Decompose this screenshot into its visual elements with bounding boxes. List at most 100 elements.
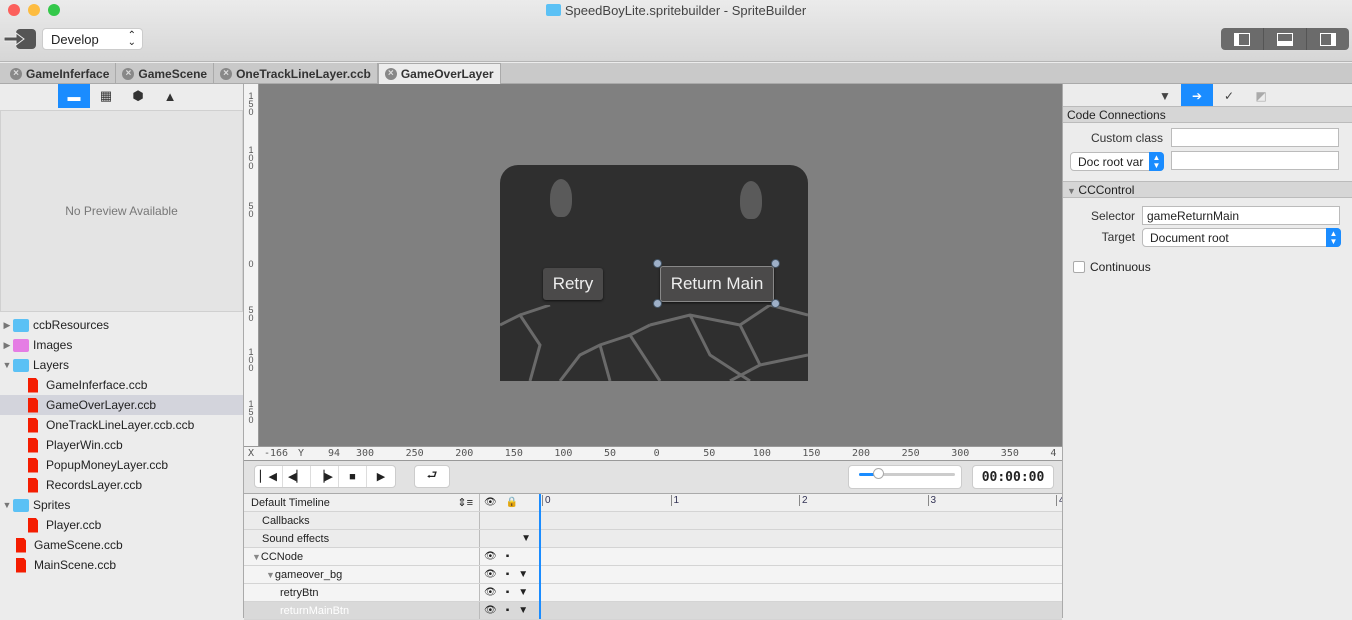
timeline-select[interactable]: Default Timeline ⇕≡ bbox=[244, 494, 480, 511]
disclosure-triangle-icon[interactable]: ▼ bbox=[252, 552, 261, 562]
resize-handle[interactable] bbox=[653, 299, 662, 308]
tree-item[interactable]: OneTrackLineLayer.ccb.ccb bbox=[0, 415, 243, 435]
resize-handle[interactable] bbox=[771, 259, 780, 268]
y-label: Y bbox=[298, 448, 305, 459]
lock-dot-icon[interactable]: ▪ bbox=[506, 569, 510, 580]
tree-item[interactable]: PopupMoneyLayer.ccb bbox=[0, 455, 243, 475]
doc-root-var-input[interactable] bbox=[1171, 151, 1339, 170]
eye-icon[interactable]: 👁 bbox=[484, 551, 497, 562]
tree-item-label: Layers bbox=[33, 358, 70, 372]
ccb-file-icon bbox=[28, 397, 38, 413]
eye-icon[interactable]: 👁 bbox=[484, 587, 497, 598]
disclosure-triangle-icon[interactable]: ▶ bbox=[1, 320, 13, 331]
timeline-row[interactable]: ▼ CCNode 👁 ▪ bbox=[244, 548, 1062, 566]
selector-input[interactable]: gameReturnMain bbox=[1142, 206, 1340, 225]
warnings-view-button[interactable]: ▲ bbox=[154, 84, 186, 108]
resize-handle[interactable] bbox=[653, 259, 662, 268]
lock-dot-icon[interactable]: ▪ bbox=[506, 551, 510, 562]
loop-button[interactable]: ⮐ bbox=[414, 465, 450, 488]
code-connections-tab[interactable]: ➔ bbox=[1181, 84, 1213, 108]
timeline-row[interactable]: Callbacks bbox=[244, 512, 1062, 530]
eye-icon[interactable]: 👁 bbox=[484, 605, 497, 616]
timeline-row[interactable]: retryBtn 👁 ▪ ▼ bbox=[244, 584, 1062, 602]
doc-root-var-select[interactable]: Doc root var ▲ ▼ bbox=[1070, 152, 1164, 171]
retry-button[interactable]: Retry bbox=[543, 268, 603, 300]
gameover-bg[interactable]: Retry Return Main bbox=[500, 165, 808, 381]
tab-gameinferface[interactable]: × GameInferface bbox=[4, 63, 117, 84]
components-view-button[interactable]: ⬢ bbox=[122, 84, 154, 108]
toggle-bottom-panel-button[interactable] bbox=[1264, 28, 1307, 50]
tree-item[interactable]: ▶ ccbResources bbox=[0, 315, 243, 335]
close-tab-icon[interactable]: × bbox=[384, 68, 397, 80]
tab-onetracklinelayer[interactable]: × OneTrackLineLayer.ccb bbox=[214, 63, 378, 84]
return-main-button[interactable]: Return Main bbox=[660, 266, 774, 302]
tree-item[interactable]: ▶ Images bbox=[0, 335, 243, 355]
timeline-row-label: gameover_bg bbox=[274, 568, 343, 581]
config-select[interactable]: Develop ⌃ ⌄ bbox=[42, 28, 143, 50]
tree-item-label: PlayerWin.ccb bbox=[46, 438, 123, 452]
toggle-left-panel-button[interactable] bbox=[1221, 28, 1264, 50]
ruler-label: 250 bbox=[405, 448, 424, 459]
chevron-updown-icon: ⌃ ⌄ bbox=[127, 30, 136, 48]
preview-text: No Preview Available bbox=[65, 204, 178, 218]
playhead[interactable] bbox=[539, 494, 541, 619]
cccontrol-header[interactable]: ▼ CCControl bbox=[1063, 181, 1352, 198]
resource-tree: ▶ ccbResources ▶ Images ▼ Layers GameInferface… bbox=[0, 315, 243, 575]
lock-dot-icon[interactable]: ▪ bbox=[506, 605, 510, 616]
tree-item[interactable]: PlayerWin.ccb bbox=[0, 435, 243, 455]
eye-icon[interactable]: 👁 bbox=[484, 569, 497, 580]
doc-root-var-value: Doc root var bbox=[1078, 155, 1144, 169]
disclosure-triangle-icon[interactable]: ▼ bbox=[1, 360, 13, 370]
tile-view-button[interactable]: ▦ bbox=[90, 84, 122, 108]
toggle-right-panel-button[interactable] bbox=[1307, 28, 1349, 50]
left-panel-icon bbox=[1234, 32, 1250, 46]
close-tab-icon[interactable]: × bbox=[10, 67, 22, 80]
x-label: X bbox=[248, 448, 255, 459]
slider-knob[interactable] bbox=[873, 468, 885, 479]
template-tab[interactable]: ◩ bbox=[1245, 84, 1277, 108]
file-view-button[interactable]: ▬ bbox=[58, 84, 90, 108]
tree-item[interactable]: Player.ccb bbox=[0, 515, 243, 535]
target-select[interactable]: Document root ▲ ▼ bbox=[1142, 228, 1341, 247]
dropdown-arrow-icon[interactable]: ▼ bbox=[518, 605, 528, 616]
timeline-row[interactable]: returnMainBtn 👁 ▪ ▼ bbox=[244, 602, 1062, 620]
disclosure-triangle-icon[interactable]: ▶ bbox=[1, 340, 13, 351]
publish-button[interactable] bbox=[3, 28, 36, 50]
timeline-row[interactable]: Sound effects ▼ bbox=[244, 530, 1062, 548]
continuous-checkbox[interactable] bbox=[1073, 261, 1085, 273]
lock-icon: 🔒 bbox=[505, 497, 519, 508]
tree-item[interactable]: MainScene.ccb bbox=[0, 555, 243, 575]
tree-item[interactable]: RecordsLayer.ccb bbox=[0, 475, 243, 495]
tree-item[interactable]: GameScene.ccb bbox=[0, 535, 243, 555]
play-button[interactable]: ▶ bbox=[367, 466, 395, 487]
layers-icon: ◩ bbox=[1255, 89, 1267, 103]
properties-tab[interactable]: ▼ bbox=[1149, 84, 1181, 108]
tree-item[interactable]: GameInferface.ccb bbox=[0, 375, 243, 395]
jump-start-button[interactable]: ▏◀ bbox=[255, 466, 283, 487]
timeline-row-label: Sound effects bbox=[262, 532, 330, 545]
lock-dot-icon[interactable]: ▪ bbox=[506, 587, 510, 598]
tree-item[interactable]: ▼ Layers bbox=[0, 355, 243, 375]
vertical-ruler: 1 5 0 1 0 0 5 0 0 5 0 1 0 0 1 5 0 bbox=[244, 84, 259, 446]
dropdown-arrow-icon[interactable]: ▼ bbox=[521, 533, 531, 544]
disclosure-triangle-icon[interactable]: ▼ bbox=[1, 500, 13, 510]
close-tab-icon[interactable]: × bbox=[122, 67, 135, 80]
dropdown-arrow-icon[interactable]: ▼ bbox=[518, 569, 528, 580]
dropdown-arrow-icon[interactable]: ▼ bbox=[518, 587, 528, 598]
tree-item[interactable]: GameOverLayer.ccb bbox=[0, 395, 243, 415]
custom-class-input[interactable] bbox=[1171, 128, 1339, 147]
timeline-row[interactable]: ▼ gameover_bg 👁 ▪ ▼ bbox=[244, 566, 1062, 584]
step-back-button[interactable]: ◀▏ bbox=[283, 466, 311, 487]
resize-handle[interactable] bbox=[771, 299, 780, 308]
stop-button[interactable]: ■ bbox=[339, 466, 367, 487]
stage-canvas[interactable]: 1 5 0 1 0 0 5 0 0 5 0 1 0 0 1 5 0 Retry Return… bbox=[244, 84, 1062, 446]
close-tab-icon[interactable]: × bbox=[220, 67, 233, 80]
tree-item[interactable]: ▼ Sprites bbox=[0, 495, 243, 515]
timeline-zoom-slider[interactable] bbox=[848, 465, 962, 489]
step-forward-button[interactable]: ▕▶ bbox=[311, 466, 339, 487]
tab-gameoverlayer[interactable]: × GameOverLayer bbox=[377, 63, 501, 84]
tab-gamescene[interactable]: × GameScene bbox=[116, 63, 215, 84]
ruler-label: 200 bbox=[852, 448, 871, 459]
physics-tab[interactable]: ✓ bbox=[1213, 84, 1245, 108]
disclosure-triangle-icon[interactable]: ▼ bbox=[266, 570, 275, 580]
